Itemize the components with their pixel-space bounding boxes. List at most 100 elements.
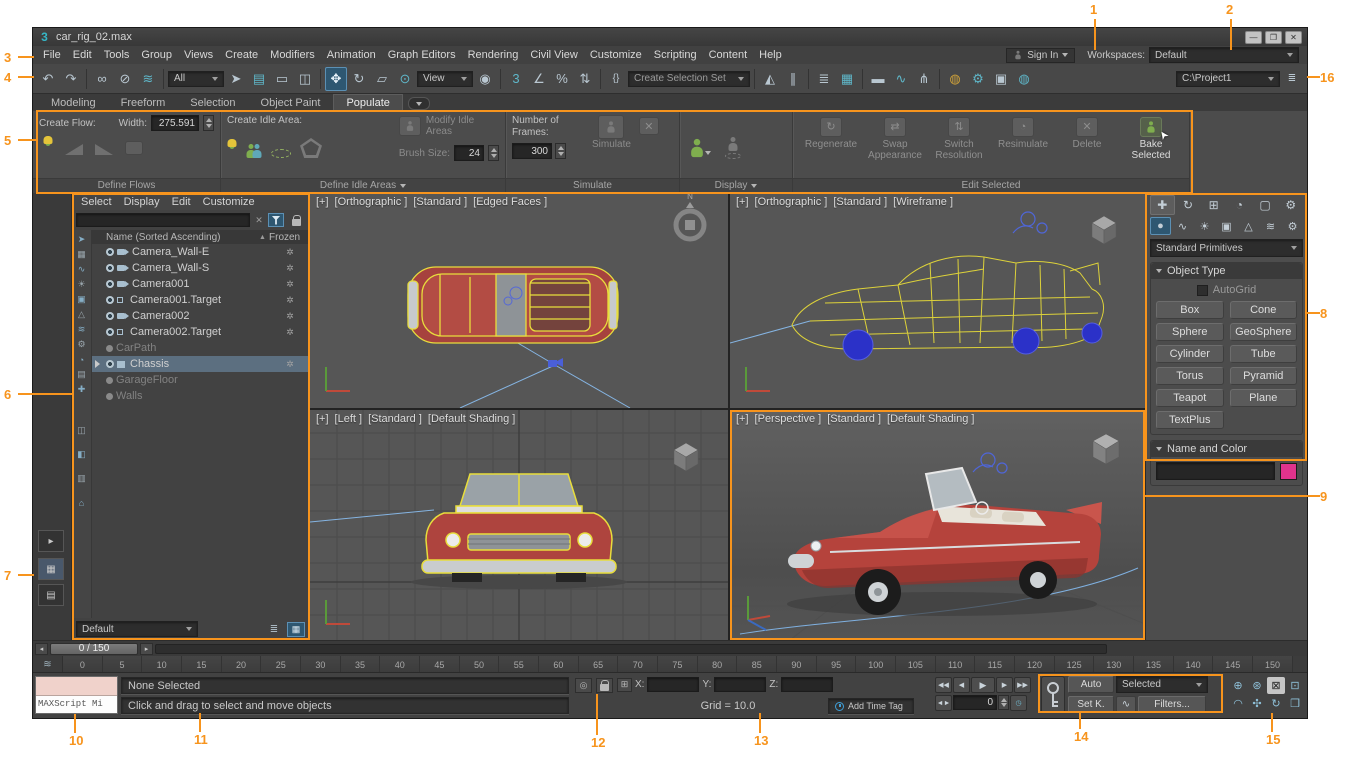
table-row[interactable]: Chassis✲: [92, 356, 309, 372]
tab-hierarchy-icon[interactable]: ⊞: [1201, 195, 1226, 215]
default-tangent-button[interactable]: ∿: [1116, 696, 1136, 713]
idle-area-ellipse-icon[interactable]: [271, 149, 291, 158]
viewport-canvas-perspective[interactable]: [730, 410, 1145, 640]
explorer-filter-icon[interactable]: ◔: [74, 352, 90, 367]
ribbon-toggle-icon[interactable]: ▬: [867, 67, 889, 91]
explorer-menu-customize[interactable]: Customize: [198, 196, 260, 208]
category-geometry-icon[interactable]: ●: [1150, 217, 1171, 235]
explorer-column-header[interactable]: Name (Sorted Ascending) ▲ Frozen: [92, 230, 309, 244]
rendered-frame-window-icon[interactable]: ▣: [990, 67, 1012, 91]
viewport-menu-pov[interactable]: [Orthographic ]: [335, 196, 408, 208]
viewport-tab-expand-button[interactable]: ▸: [38, 530, 64, 552]
rectangular-selection-region-icon[interactable]: ▭: [271, 67, 293, 91]
align-icon[interactable]: ∥: [782, 67, 804, 91]
timeline-tick[interactable]: 90: [777, 656, 817, 673]
next-frame-button[interactable]: ▶: [996, 677, 1013, 693]
category-lights-icon[interactable]: ☀: [1194, 217, 1215, 235]
expand-icon[interactable]: [95, 360, 100, 368]
simulate-icon[interactable]: [598, 115, 624, 139]
curve-editor-icon[interactable]: ∿: [890, 67, 912, 91]
explorer-filter-icon[interactable]: ▦: [74, 247, 90, 262]
title-bar[interactable]: 3 car_rig_02.max — ❐ ✕: [33, 28, 1307, 46]
mini-curve-editor-button[interactable]: ≋: [33, 656, 63, 673]
timeline-tick[interactable]: 80: [698, 656, 738, 673]
viewport-menu-shading[interactable]: [Default Shading ]: [887, 413, 974, 425]
zoom-extents-all-icon[interactable]: ⊠: [1267, 677, 1285, 694]
viewport-menu-perview[interactable]: [Standard ]: [827, 413, 881, 425]
menu-item[interactable]: Create: [219, 46, 264, 64]
textplus-button[interactable]: TextPlus: [1156, 411, 1224, 429]
rollout-header[interactable]: Name and Color: [1151, 441, 1302, 457]
viewport-top[interactable]: [+] [Orthographic ] [Standard ] [Edged F…: [310, 193, 728, 408]
timeline-tick[interactable]: 45: [420, 656, 460, 673]
zoom-region-icon[interactable]: ⊡: [1286, 677, 1304, 694]
timeline-tick[interactable]: 5: [103, 656, 143, 673]
brush-size-spinner[interactable]: [488, 145, 499, 161]
timeline-tick[interactable]: 110: [936, 656, 976, 673]
table-row[interactable]: GarageFloor: [92, 372, 309, 388]
named-selection-set-dropdown[interactable]: Create Selection Set: [628, 71, 750, 87]
percent-snap-icon[interactable]: %: [551, 67, 573, 91]
key-filters-button[interactable]: Filters...: [1138, 696, 1206, 713]
menu-item[interactable]: Group: [135, 46, 178, 64]
table-row[interactable]: Camera_Wall-E✲: [92, 244, 309, 260]
timeline-tick[interactable]: 30: [301, 656, 341, 673]
timeline-tick[interactable]: 15: [182, 656, 222, 673]
unlink-selection-icon[interactable]: ⊘: [114, 67, 136, 91]
resimulate-button[interactable]: ◔Resimulate: [991, 117, 1055, 174]
sphere-button[interactable]: Sphere: [1156, 323, 1224, 341]
menu-item[interactable]: Customize: [584, 46, 648, 64]
timeline-tick[interactable]: 50: [460, 656, 500, 673]
viewport-menu-general[interactable]: [+]: [736, 413, 749, 425]
category-cameras-icon[interactable]: ▣: [1216, 217, 1237, 235]
search-input[interactable]: [76, 213, 250, 227]
maximize-button[interactable]: ❐: [1265, 31, 1282, 44]
brush-size-field[interactable]: 24: [454, 145, 484, 161]
menu-item[interactable]: Scripting: [648, 46, 703, 64]
cone-button[interactable]: Cone: [1230, 301, 1298, 319]
menu-item[interactable]: Graph Editors: [382, 46, 462, 64]
plane-button[interactable]: Plane: [1230, 389, 1298, 407]
viewport-menu-pov[interactable]: [Left ]: [335, 413, 363, 425]
sync-selection-icon[interactable]: ▦: [287, 622, 305, 637]
menu-item[interactable]: Edit: [67, 46, 98, 64]
select-and-rotate-icon[interactable]: ↻: [348, 67, 370, 91]
spinner-snap-icon[interactable]: ⇅: [574, 67, 596, 91]
absolute-offset-toggle[interactable]: ⊞: [617, 678, 632, 692]
swap-appearance-button[interactable]: ⇄Swap Appearance: [863, 117, 927, 174]
cylinder-button[interactable]: Cylinder: [1156, 345, 1224, 363]
tab-display-icon[interactable]: ▢: [1253, 195, 1278, 215]
maximize-viewport-toggle-icon[interactable]: ❒: [1286, 695, 1304, 712]
orbit-icon[interactable]: ↻: [1267, 695, 1285, 712]
set-key-button[interactable]: Set K.: [1068, 696, 1114, 713]
bake-selected-button[interactable]: ➤ Bake Selected: [1119, 117, 1183, 174]
category-shapes-icon[interactable]: ∿: [1172, 217, 1193, 235]
snaps-toggle-icon[interactable]: 3: [505, 67, 527, 91]
panel-title[interactable]: Define Idle Areas: [221, 178, 505, 193]
viewport-left[interactable]: [+] [Left ] [Standard ] [Default Shading…: [310, 410, 728, 640]
torus-button[interactable]: Torus: [1156, 367, 1224, 385]
timeline-tick[interactable]: 100: [856, 656, 896, 673]
redo-icon[interactable]: ↷: [60, 67, 82, 91]
set-keys-button[interactable]: [1041, 676, 1065, 713]
timeline-tick[interactable]: 145: [1213, 656, 1253, 673]
previous-frame-button[interactable]: ◀: [953, 677, 970, 693]
frozen-toggle[interactable]: ✲: [271, 295, 309, 306]
time-slider-track[interactable]: [155, 644, 1107, 654]
geometry-category-dropdown[interactable]: Standard Primitives: [1150, 239, 1303, 257]
go-to-end-button[interactable]: ▶▶: [1014, 677, 1031, 693]
explorer-filter-icon[interactable]: ✚: [74, 382, 90, 397]
tab-populate[interactable]: Populate: [333, 94, 402, 111]
flow-ramp-2-icon[interactable]: [95, 144, 113, 155]
timeline-tick[interactable]: 10: [142, 656, 182, 673]
create-flow-icon[interactable]: [43, 141, 53, 155]
tab-motion-icon[interactable]: ◔: [1227, 195, 1252, 215]
previous-frame-nudge-button[interactable]: ◂: [35, 643, 48, 655]
timeline-tick[interactable]: 120: [1015, 656, 1055, 673]
explorer-filter-icon[interactable]: ▣: [74, 292, 90, 307]
viewport-menu-general[interactable]: [+]: [316, 413, 329, 425]
explorer-filter-icon[interactable]: △: [74, 307, 90, 322]
viewport-menu-perview[interactable]: [Standard ]: [368, 413, 422, 425]
delete-simulation-icon[interactable]: ✕: [639, 117, 659, 135]
track-bar-ruler[interactable]: 0510152025303540455055606570758085909510…: [63, 656, 1293, 673]
